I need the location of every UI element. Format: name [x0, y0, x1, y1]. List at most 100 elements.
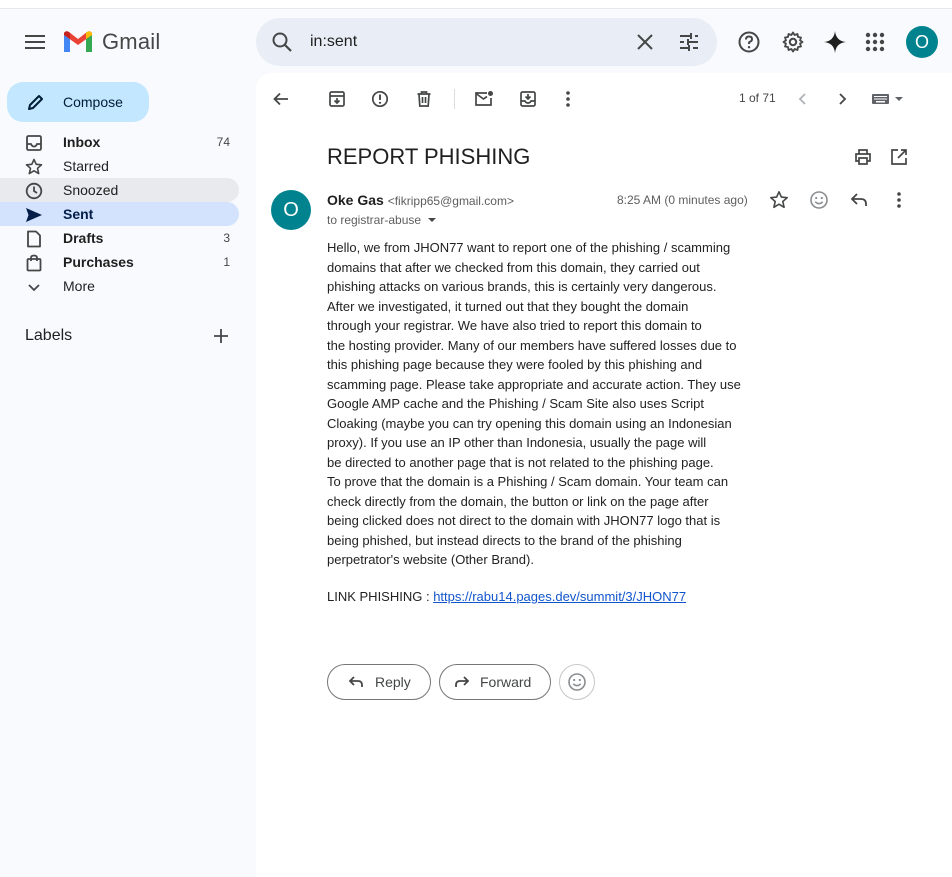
search-button[interactable] — [270, 30, 294, 54]
add-to-tasks-button[interactable] — [516, 87, 540, 111]
chevron-down-icon — [25, 278, 43, 296]
body-line: perpetrator's website (Other Brand). — [327, 552, 534, 567]
sidebar-item-snoozed[interactable]: Snoozed — [0, 178, 239, 202]
body-line: through your registrar. We have also tri… — [327, 318, 702, 333]
more-actions-button[interactable] — [556, 87, 580, 111]
gmail-logo[interactable]: Gmail — [62, 28, 160, 56]
sparkle-icon — [824, 31, 846, 53]
tune-icon — [680, 33, 698, 51]
sidebar-item-count: 1 — [223, 255, 230, 269]
older-button[interactable] — [830, 87, 854, 111]
add-reaction-button[interactable] — [807, 188, 831, 212]
sidebar-item-sent[interactable]: Sent — [0, 202, 239, 226]
body-line: proxy). If you use an IP other than Indo… — [327, 435, 707, 450]
toolbar-divider — [454, 89, 455, 109]
recipients-toggle[interactable]: to registrar-abuse — [327, 213, 437, 227]
task-add-icon — [520, 91, 536, 107]
back-button[interactable] — [269, 87, 293, 111]
apps-grid-icon — [865, 32, 885, 52]
help-icon — [738, 31, 760, 53]
body-line: To prove that the domain is a Phishing /… — [327, 474, 729, 489]
message-more-button[interactable] — [887, 188, 911, 212]
more-vert-icon — [897, 192, 901, 208]
body-line: Google AMP cache and the Phishing / Scam… — [327, 396, 704, 411]
compose-button[interactable]: Compose — [7, 82, 149, 122]
pencil-icon — [28, 95, 43, 110]
account-avatar[interactable]: O — [906, 26, 938, 58]
sidebar-item-label: Sent — [63, 206, 94, 222]
archive-button[interactable] — [325, 87, 349, 111]
page-counter: 1 of 71 — [739, 91, 776, 105]
sidebar-item-more[interactable]: More — [0, 274, 239, 298]
emoji-reaction-button[interactable] — [559, 664, 595, 700]
sender-avatar[interactable]: O — [271, 190, 311, 230]
star-icon — [25, 158, 43, 176]
chevron-right-icon — [839, 93, 847, 105]
more-vert-icon — [566, 91, 570, 107]
print-button[interactable] — [851, 145, 875, 169]
gear-icon — [782, 31, 804, 53]
reply-icon — [850, 193, 867, 206]
body-line: Hello, we from JHON77 want to report one… — [327, 240, 731, 255]
body-line: After we investigated, it turned out tha… — [327, 298, 689, 314]
body-line: this phishing page because they were foo… — [327, 357, 703, 372]
forward-label: Forward — [480, 674, 532, 690]
mark-unread-button[interactable] — [472, 87, 496, 111]
labels-heading: Labels — [25, 327, 73, 344]
sidebar-item-inbox[interactable]: Inbox 74 — [0, 130, 239, 154]
sidebar-item-count: 74 — [216, 135, 230, 149]
star-message-button[interactable] — [767, 188, 791, 212]
compose-label: Compose — [63, 94, 123, 110]
support-button[interactable] — [735, 28, 763, 56]
forward-button[interactable]: Forward — [439, 664, 551, 700]
hamburger-icon — [25, 35, 45, 49]
forward-icon — [455, 676, 470, 687]
draft-icon — [25, 230, 43, 248]
sidebar-item-starred[interactable]: Starred — [0, 154, 239, 178]
main-menu-button[interactable] — [20, 28, 50, 56]
settings-button[interactable] — [779, 28, 807, 56]
create-label-button[interactable] — [211, 326, 231, 346]
reply-icon — [348, 676, 363, 687]
newer-button[interactable] — [791, 87, 815, 111]
body-line: domains that after we checked from this … — [327, 259, 700, 275]
sidebar-item-label: More — [63, 278, 95, 294]
phishing-link[interactable]: https://rabu14.pages.dev/summit/3/JHON77 — [433, 589, 686, 604]
message-view: 1 of 71 REPORT PHISHING O Oke Gas <fikri… — [256, 73, 952, 877]
sidebar-item-purchases[interactable]: Purchases 1 — [0, 250, 239, 274]
reply-label: Reply — [375, 674, 411, 690]
print-icon — [855, 149, 871, 165]
sidebar-item-drafts[interactable]: Drafts 3 — [0, 226, 239, 250]
apps-button[interactable] — [861, 28, 889, 56]
sender-name[interactable]: Oke Gas — [327, 192, 384, 208]
search-options-button[interactable] — [677, 30, 701, 54]
top-strip — [0, 0, 952, 9]
labels-section: Labels — [25, 324, 235, 348]
search-input[interactable] — [310, 28, 610, 56]
clear-search-button[interactable] — [633, 30, 657, 54]
search-bar — [256, 18, 717, 66]
message-body: Hello, we from JHON77 want to report one… — [327, 238, 757, 570]
sidebar-nav: Inbox 74 Starred Snoozed Sent Drafts 3 P… — [0, 130, 240, 298]
gemini-button[interactable] — [821, 28, 849, 56]
message-time: 8:25 AM (0 minutes ago) — [617, 193, 748, 207]
message-subject: REPORT PHISHING — [327, 144, 531, 169]
report-icon — [371, 90, 389, 108]
report-spam-button[interactable] — [368, 87, 392, 111]
inbox-icon — [25, 134, 43, 152]
plus-icon — [214, 329, 228, 343]
reply-icon-button[interactable] — [847, 188, 871, 212]
reply-button[interactable]: Reply — [327, 664, 431, 700]
body-line: being clicked does not direct to the dom… — [327, 513, 721, 528]
body-line: Cloaking (maybe you can try opening this… — [327, 415, 732, 431]
delete-button[interactable] — [412, 87, 436, 111]
open-in-new-icon — [891, 149, 907, 165]
search-icon — [272, 32, 292, 52]
phishing-link-line: LINK PHISHING : https://rabu14.pages.dev… — [327, 589, 686, 604]
clock-icon — [25, 182, 43, 200]
star-icon — [770, 191, 788, 209]
input-tools-button[interactable] — [870, 87, 906, 111]
open-new-window-button[interactable] — [887, 145, 911, 169]
send-icon — [25, 206, 43, 224]
sidebar-item-label: Drafts — [63, 230, 104, 246]
